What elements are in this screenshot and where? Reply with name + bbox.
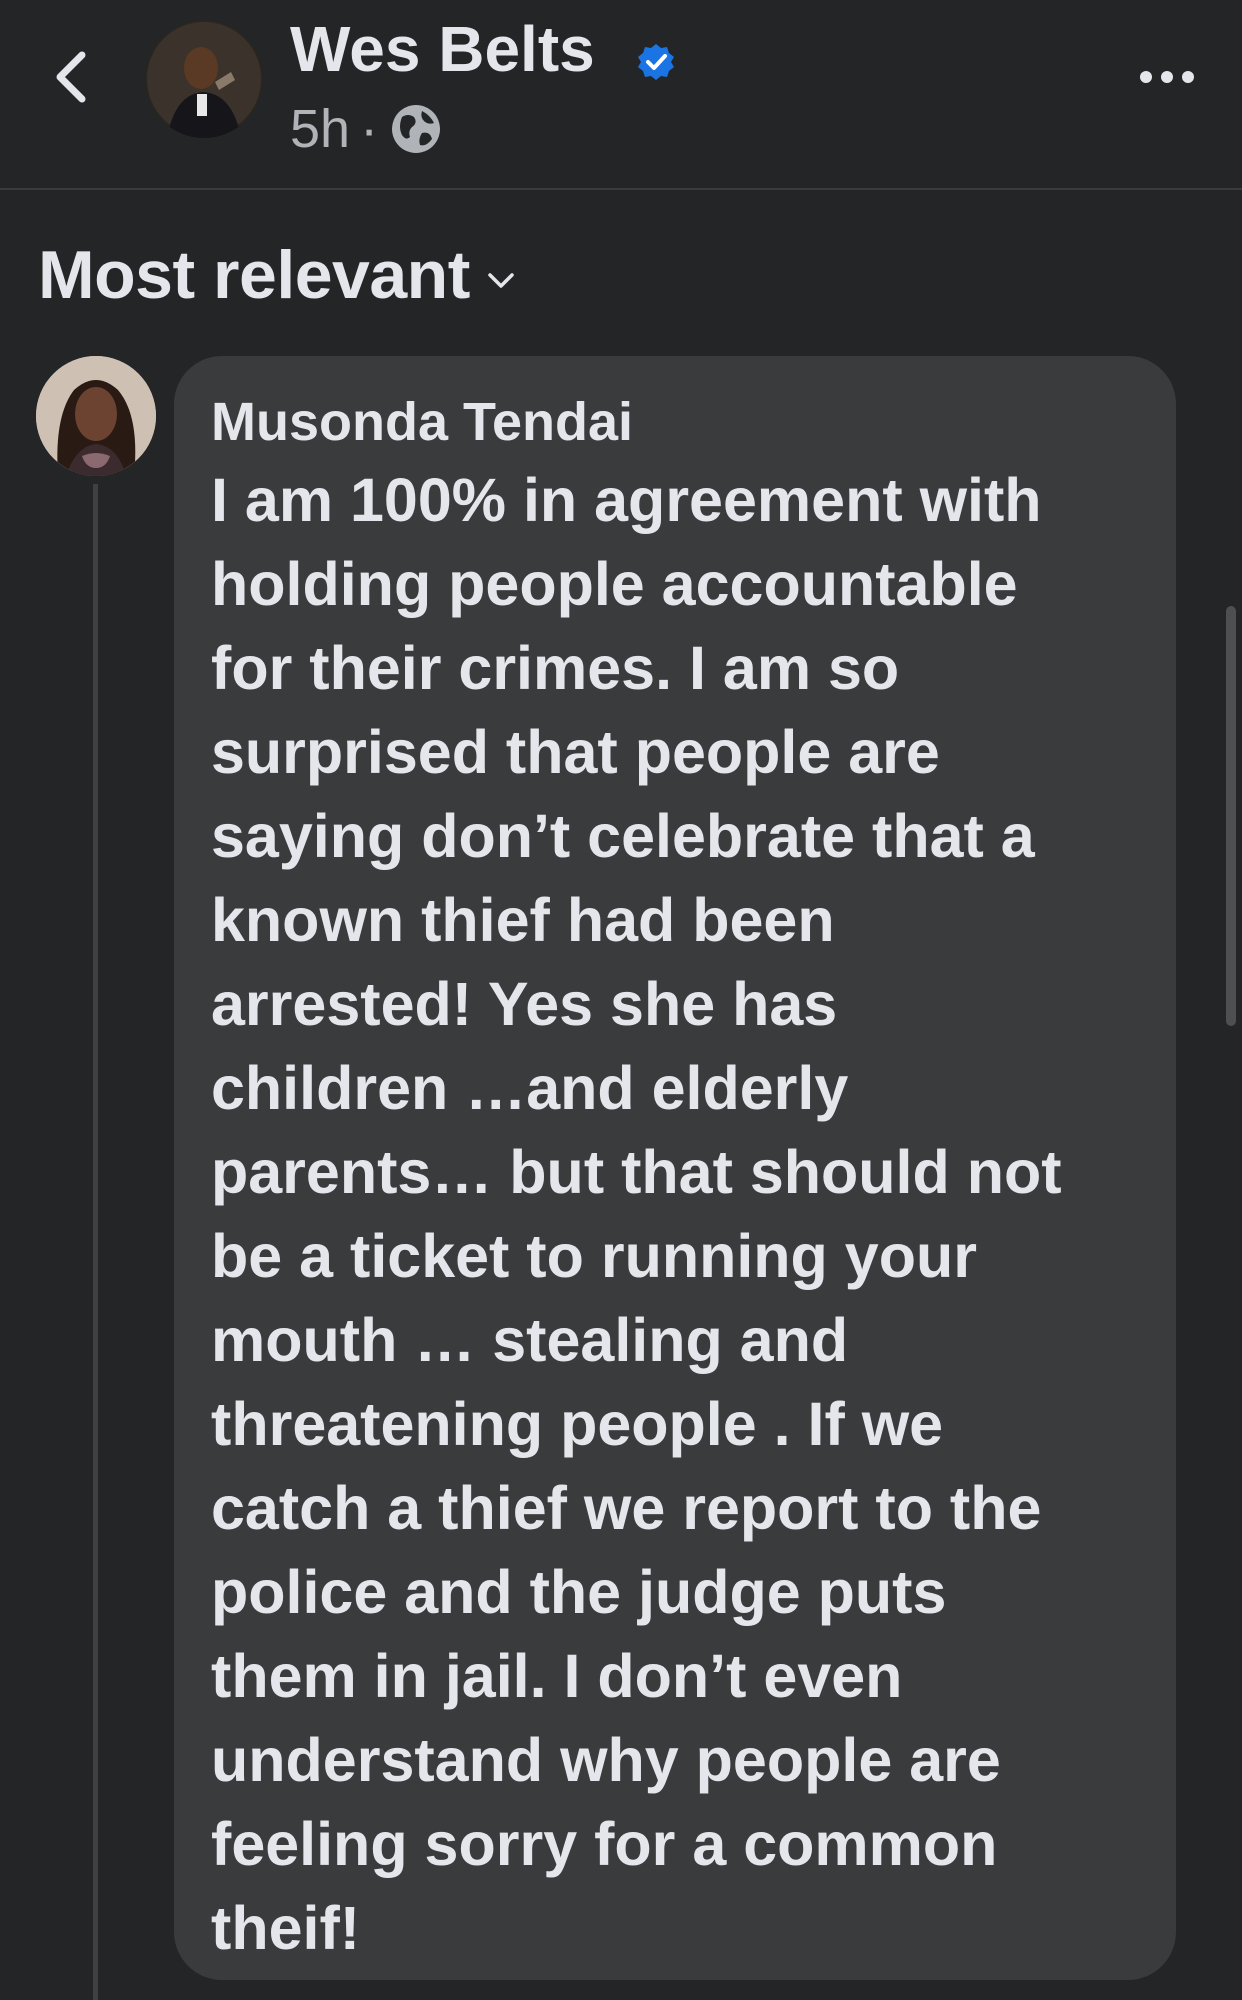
chevron-left-icon	[56, 51, 86, 103]
comment-line: theif!	[211, 1894, 361, 1962]
comment-line: arrested! Yes she has	[211, 970, 838, 1038]
comment-line: be a ticket to running your	[211, 1222, 977, 1290]
comment-line: known thief had been	[211, 886, 835, 954]
comment-text: I am 100% in agreement with holding peop…	[211, 458, 1146, 1970]
globe-icon	[392, 105, 441, 153]
meta-separator: ·	[360, 99, 379, 159]
comment-line: surprised that people are	[211, 718, 940, 786]
sort-label: Most relevant	[38, 237, 470, 313]
post-header: Wes Belts 5h ·	[0, 0, 1242, 190]
comment-line: children …and elderly	[211, 1054, 849, 1122]
post-time[interactable]: 5h	[290, 98, 350, 160]
comment-line: saying don’t celebrate that a	[211, 802, 1035, 870]
more-options-button[interactable]	[1132, 52, 1202, 102]
comment-line: police and the judge puts	[211, 1558, 947, 1626]
verified-badge-icon	[638, 44, 674, 80]
poster-avatar[interactable]	[145, 20, 263, 138]
comment-line: feeling sorry for a common	[211, 1810, 998, 1878]
chevron-down-icon	[488, 273, 514, 288]
post-meta: 5h ·	[290, 98, 444, 160]
poster-avatar-image	[145, 20, 263, 138]
thread-line	[93, 484, 98, 2000]
more-icon	[1140, 71, 1194, 83]
commenter-avatar-image	[36, 356, 156, 476]
comment-line: threatening people . If we	[211, 1390, 944, 1458]
comment-line: holding people accountable	[211, 550, 1018, 618]
commenter-avatar[interactable]	[36, 356, 156, 476]
comment-bubble[interactable]: Musonda Tendai I am 100% in agreement wi…	[174, 356, 1176, 1980]
comment-line: catch a thief we report to the	[211, 1474, 1042, 1542]
comment-author[interactable]: Musonda Tendai	[211, 386, 1146, 458]
scrollbar[interactable]	[1226, 606, 1236, 1026]
comment-line: parents… but that should not	[211, 1138, 1062, 1206]
back-button[interactable]	[40, 42, 100, 112]
comment-line: for their crimes. I am so	[211, 634, 900, 702]
comment-line: mouth … stealing and	[211, 1306, 849, 1374]
comment-line: understand why people are	[211, 1726, 1001, 1794]
comment-line: them in jail. I don’t even	[211, 1642, 903, 1710]
poster-name[interactable]: Wes Belts	[290, 12, 595, 86]
comment-line: I am 100% in agreement with	[211, 466, 1042, 534]
comment-sort-dropdown[interactable]: Most relevant	[38, 236, 516, 314]
